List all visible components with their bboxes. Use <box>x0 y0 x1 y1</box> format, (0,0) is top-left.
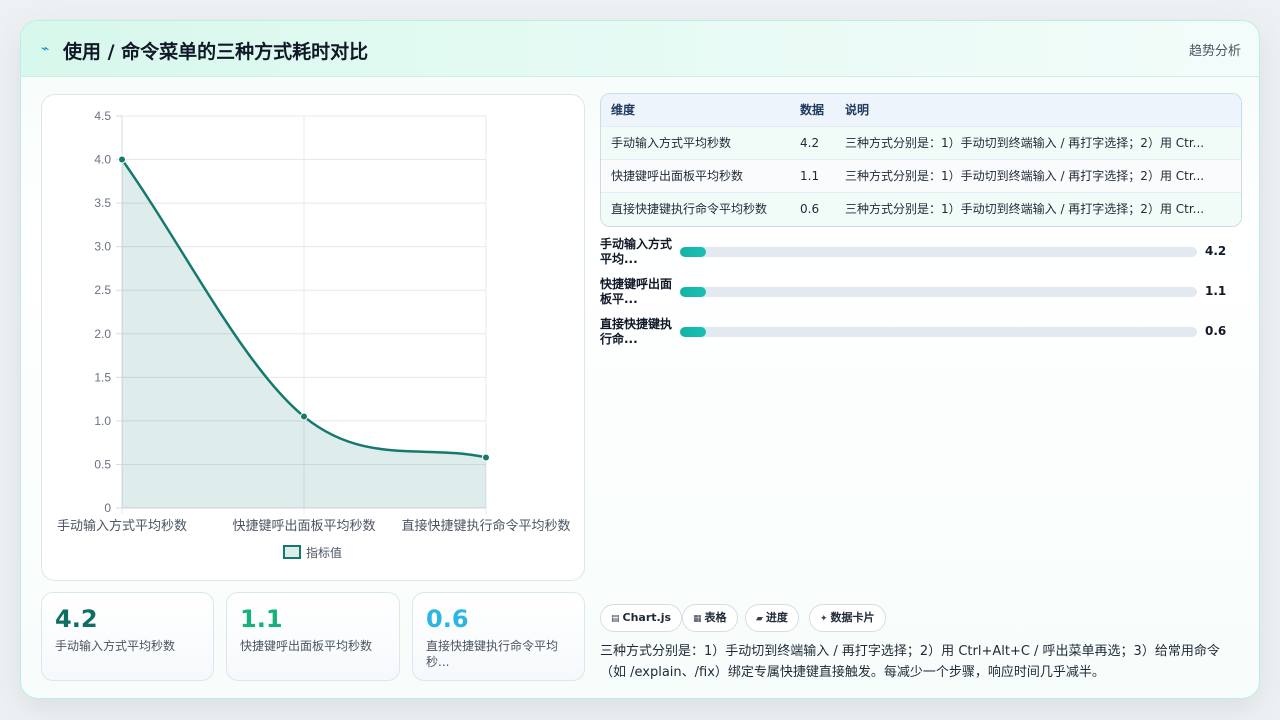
y-tick-label: 0.5 <box>94 457 111 471</box>
pill-label: 进度 <box>765 611 788 624</box>
x-tick-label: 直接快捷键执行命令平均秒数 <box>401 518 570 533</box>
pill-label: 数据卡片 <box>830 611 875 624</box>
line-chart-svg: 0 0.5 1.0 1.5 2.0 2.5 3.0 3.5 4.0 4.5 手动输入方式平均秒数 快捷… <box>57 109 571 560</box>
stat-card-manual: 4.2 手动输入方式平均秒数 <box>41 592 214 681</box>
stat-card-direct: 0.6 直接快捷键执行命令平均秒... <box>412 592 585 681</box>
y-tick-label: 2.5 <box>94 283 111 297</box>
progress-value: 4.2 <box>1205 244 1227 258</box>
progress-value: 1.1 <box>1205 284 1227 298</box>
header-tag[interactable]: 趋势分析 <box>1189 40 1241 59</box>
y-tick-label: 4.5 <box>94 109 111 123</box>
y-tick-label: 2.0 <box>94 327 111 341</box>
table-row: 手动输入方式平均秒数 4.2 三种方式分别是：1）手动切到终端输入 / 再打字选… <box>601 127 1241 160</box>
table-header-cell: 说明 <box>845 103 870 117</box>
stat-value: 0.6 <box>426 605 469 633</box>
description-note: 三种方式分别是：1）手动切到终端输入 / 再打字选择；2）用 Ctrl+Alt+… <box>600 644 1220 680</box>
y-tick-label: 3.0 <box>94 240 111 254</box>
pill-label: 表格 <box>704 611 727 624</box>
table-icon: ▦ <box>693 614 702 624</box>
table-row: 快捷键呼出面板平均秒数 1.1 三种方式分别是：1）手动切到终端输入 / 再打字… <box>601 160 1241 193</box>
card-header: ⌁ 使用 / 命令菜单的三种方式耗时对比 趋势分析 <box>21 21 1259 77</box>
progress-track <box>680 327 1197 337</box>
y-tick-label: 1.5 <box>94 370 111 384</box>
line-chart: 0 0.5 1.0 1.5 2.0 2.5 3.0 3.5 4.0 4.5 手动输入方式平均秒数 快捷… <box>41 94 585 581</box>
data-point <box>482 453 490 462</box>
progress-track <box>680 287 1197 297</box>
progress-fill <box>680 327 706 337</box>
data-point <box>118 155 126 164</box>
pill-chartjs[interactable]: ▤ Chart.js <box>600 604 683 632</box>
pill-data-card[interactable]: ✦ 数据卡片 <box>809 604 886 632</box>
y-tick-label: 3.5 <box>94 196 111 210</box>
progress-fill <box>680 247 706 257</box>
page-title: 使用 / 命令菜单的三种方式耗时对比 <box>63 41 369 63</box>
stat-value: 4.2 <box>55 605 98 633</box>
table-row: 直接快捷键执行命令平均秒数 0.6 三种方式分别是：1）手动切到终端输入 / 再… <box>601 193 1241 226</box>
table-cell: 手动输入方式平均秒数 <box>611 136 732 150</box>
stat-label: 手动输入方式平均秒数 <box>55 639 176 653</box>
stat-label: 直接快捷键执行命令平均秒... <box>426 639 559 669</box>
table-cell: 三种方式分别是：1）手动切到终端输入 / 再打字选择；2）用 Ctr... <box>845 136 1205 150</box>
table-header-cell: 数据 <box>800 103 825 117</box>
table-header-row: 维度 数据 说明 <box>601 94 1241 127</box>
data-point <box>300 412 308 421</box>
pill-progress[interactable]: ▰ 进度 <box>745 604 799 632</box>
progress-row: 直接快捷键执行命... 0.6 <box>600 317 1242 347</box>
table-cell: 快捷键呼出面板平均秒数 <box>611 169 744 183</box>
table-cell: 三种方式分别是：1）手动切到终端输入 / 再打字选择；2）用 Ctr... <box>845 169 1205 183</box>
table-cell: 三种方式分别是：1）手动切到终端输入 / 再打字选择；2）用 Ctr... <box>845 202 1205 216</box>
chart-icon: ▤ <box>611 614 620 624</box>
table-cell: 1.1 <box>800 169 820 183</box>
y-tick-label: 1.0 <box>94 414 111 428</box>
y-tick-label: 0 <box>104 501 111 515</box>
table-header-cell: 维度 <box>611 103 636 117</box>
data-table: 维度 数据 说明 手动输入方式平均秒数 4.2 三种方式分别是：1）手动切到终端… <box>600 93 1242 227</box>
stat-card-panel: 1.1 快捷键呼出面板平均秒数 <box>226 592 400 681</box>
legend-swatch <box>283 545 301 559</box>
dashboard-card: ⌁ 使用 / 命令菜单的三种方式耗时对比 趋势分析 0 0.5 1.0 1.5 2.0 2… <box>20 20 1260 699</box>
stat-label: 快捷键呼出面板平均秒数 <box>240 639 373 653</box>
progress-label: 快捷键呼出面板平... <box>600 277 673 306</box>
x-tick-label: 快捷键呼出面板平均秒数 <box>232 518 375 533</box>
progress-label: 直接快捷键执行命... <box>600 317 673 346</box>
y-tick-label: 4.0 <box>94 153 111 167</box>
progress-list: 手动输入方式平均... 4.2 快捷键呼出面板平... 1.1 直接快捷键执行命… <box>600 237 1242 357</box>
progress-label: 手动输入方式平均... <box>600 237 673 266</box>
progress-row: 手动输入方式平均... 4.2 <box>600 237 1242 267</box>
progress-icon: ▰ <box>756 614 763 624</box>
table-cell: 直接快捷键执行命令平均秒数 <box>611 202 768 216</box>
progress-value: 0.6 <box>1205 324 1227 338</box>
stat-value: 1.1 <box>240 605 283 633</box>
card-icon: ✦ <box>820 614 828 624</box>
table-cell: 0.6 <box>800 202 820 216</box>
progress-fill <box>680 287 706 297</box>
x-tick-label: 手动输入方式平均秒数 <box>57 518 187 533</box>
progress-row: 快捷键呼出面板平... 1.1 <box>600 277 1242 307</box>
table-cell: 4.2 <box>800 136 820 150</box>
legend-label: 指标值 <box>306 545 342 560</box>
sparkle-icon: ⌁ <box>41 41 50 57</box>
progress-track <box>680 247 1197 257</box>
pill-table[interactable]: ▦ 表格 <box>682 604 738 632</box>
pill-label: Chart.js <box>622 611 672 624</box>
